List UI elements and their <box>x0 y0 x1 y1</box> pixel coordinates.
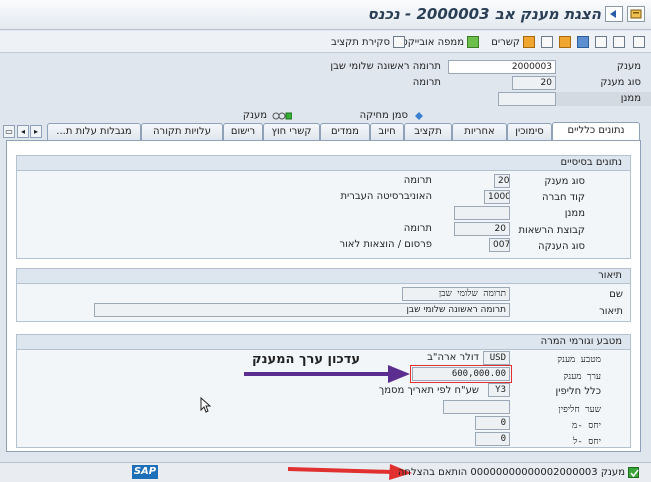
tab-cost-limits[interactable]: מגבלות עלות ת... <box>47 123 141 140</box>
sap-logo: SAP <box>132 465 158 479</box>
bd-grant-type-label: סוג מענק <box>544 176 585 187</box>
grant-number-field[interactable]: 2000003 <box>448 60 556 74</box>
status-message: מענק 00000000000002000003 הותאם בהצלחה <box>397 467 625 478</box>
currency-title: מטבע וגורמי המרה <box>17 335 630 350</box>
bd-award-type-field[interactable]: 007 <box>489 238 510 252</box>
tab-dimensions[interactable]: ממדים <box>320 123 370 140</box>
object-mapper-icon <box>467 36 479 48</box>
title-bar: הצגת מענק אב 2000003 - נכנס <box>0 0 651 30</box>
tab-general-data[interactable]: נתונים כלליים <box>552 122 640 141</box>
grant-type-field[interactable]: 20 <box>512 76 556 90</box>
menu-icon[interactable] <box>627 6 645 22</box>
tab-billing[interactable]: חיוב <box>370 123 404 140</box>
tab-responsibility[interactable]: אחריות <box>452 123 507 140</box>
description-title: תיאור <box>17 269 630 284</box>
bd-grant-type-desc: תרומה <box>403 175 432 186</box>
display-change-button[interactable] <box>633 34 645 50</box>
grant-currency-desc: דולר ארה"ב <box>427 352 479 363</box>
basic-data-title: נתונים בסיסיים <box>17 156 630 171</box>
status-bar: SAP מענק 00000000000002000003 הותאם בהצל… <box>0 462 651 482</box>
budget-overview-label: סקירת תקציב <box>331 36 390 48</box>
toolbar-object-mapper[interactable]: ממפה אובייקט <box>401 34 479 50</box>
name-field[interactable]: תרומה שלומי שבן <box>402 287 510 301</box>
relations-icon <box>523 36 535 48</box>
bd-auth-group-field[interactable]: 20 <box>454 222 510 236</box>
blank-page-icon <box>541 36 553 48</box>
traffic-light-icon <box>272 111 293 121</box>
exit-icon[interactable] <box>605 6 623 22</box>
bd-company-code-desc: האוניברסיטה העברית <box>340 191 432 202</box>
sponsor-field[interactable] <box>498 92 556 106</box>
new-button[interactable] <box>541 34 553 50</box>
ratio-to-label: יחס -ל <box>573 437 601 447</box>
bd-award-type-label: סוג הענקה <box>538 241 585 252</box>
bd-company-code-label: קוד חברה <box>542 192 585 203</box>
copy-icon <box>595 36 607 48</box>
grant-currency-field[interactable]: USD <box>483 351 510 365</box>
bd-award-type-desc: פרסום / הוצאות לאור <box>339 239 432 250</box>
tab-scroll-right-icon[interactable]: ▸ <box>30 125 42 138</box>
grant-description: תרומה ראשונה שלומי שבן <box>330 61 441 72</box>
tab-external-relations[interactable]: קשרי חוץ <box>263 123 320 140</box>
tab-posting[interactable]: רישום <box>223 123 263 140</box>
success-check-icon <box>628 467 639 478</box>
copy-button[interactable] <box>595 34 607 50</box>
exchange-rate-label: שער חליפין <box>558 405 601 415</box>
desc-field[interactable]: תרומה ראשונה שלומי שבן <box>94 303 510 317</box>
exchange-rule-label: כלל חליפין <box>555 386 602 397</box>
bd-sponsor-label: ממנן <box>564 208 585 219</box>
tab-list-icon[interactable]: ▭ <box>3 125 15 138</box>
attach-button[interactable] <box>559 34 571 50</box>
ratio-to-field[interactable]: 0 <box>475 432 510 446</box>
tab-overhead-costs[interactable]: עלויות תקורה <box>141 123 223 140</box>
create-document-icon <box>613 36 625 48</box>
sponsor-label: ממנן <box>620 93 641 104</box>
annotation-arrow-icon <box>244 365 410 383</box>
grant-label: מענק <box>616 61 641 72</box>
ratio-from-field[interactable]: 0 <box>475 416 510 430</box>
grant-type-label: סוג מענק <box>600 77 641 88</box>
name-label: שם <box>609 289 623 300</box>
relations-label: קשרים <box>491 36 520 48</box>
edit-button[interactable] <box>577 34 589 50</box>
create-button[interactable] <box>613 34 625 50</box>
pencil-icon <box>577 36 589 48</box>
exchange-rule-field[interactable]: Y3 <box>488 383 510 397</box>
grant-value-label: ערך מענק <box>563 372 601 382</box>
tab-budget[interactable]: תקציב <box>404 123 452 140</box>
tab-scroll-left-icon[interactable]: ◂ <box>17 125 29 138</box>
page-title: הצגת מענק אב 2000003 - נכנס <box>367 5 602 23</box>
legend-delete-flag: סמן מחיקה <box>359 110 408 121</box>
bd-auth-group-desc: תרומה <box>403 223 432 234</box>
exchange-rule-desc: שע"ח לפי תאריך מסמך <box>378 385 479 396</box>
tab-references[interactable]: סימוכין <box>507 123 552 140</box>
budget-overview-icon <box>393 36 405 48</box>
application-toolbar: קשרים ממפה אובייקט סקירת תקציב <box>0 31 651 53</box>
desc-label: תיאור <box>599 306 623 317</box>
bd-company-code-field[interactable]: 1000 <box>484 190 510 204</box>
mouse-cursor-icon <box>200 397 212 413</box>
legend-grant: מענק <box>242 110 267 121</box>
attachment-icon <box>559 36 571 48</box>
display-change-icon <box>633 36 645 48</box>
toolbar-budget-overview[interactable]: סקירת תקציב <box>331 34 405 50</box>
diamond-icon <box>414 111 424 121</box>
object-mapper-label: ממפה אובייקט <box>401 36 464 48</box>
status-arrow-icon <box>287 464 412 480</box>
bd-grant-type-field[interactable]: 20 <box>494 174 510 188</box>
ratio-from-label: יחס -מ <box>572 421 601 431</box>
grant-type-description: תרומה <box>412 77 441 88</box>
grant-value-field[interactable]: 600,000.00 <box>410 365 512 383</box>
toolbar-relations[interactable]: קשרים <box>491 34 535 50</box>
exchange-rate-field[interactable] <box>443 400 510 414</box>
bd-sponsor-field[interactable] <box>454 206 510 220</box>
grant-currency-label: מטבע מענק <box>557 355 601 365</box>
bd-auth-group-label: קבוצת הרשאות <box>518 225 585 236</box>
